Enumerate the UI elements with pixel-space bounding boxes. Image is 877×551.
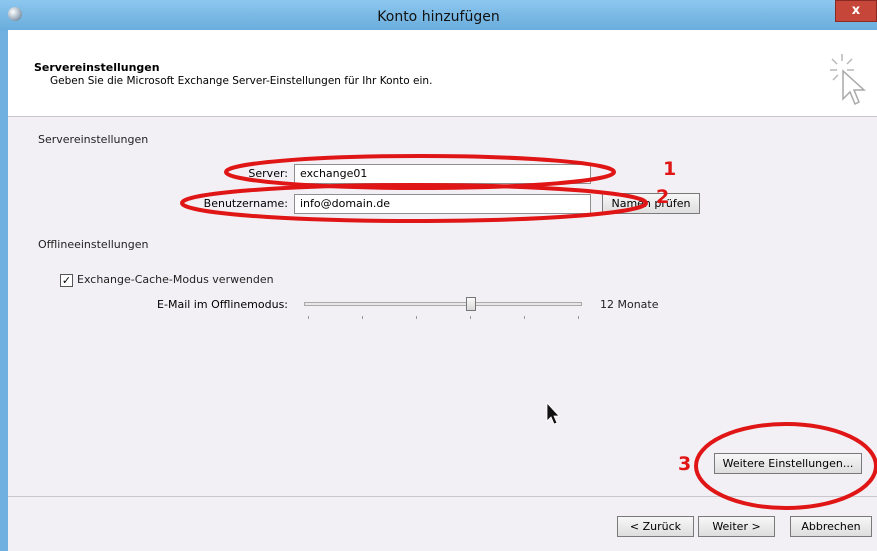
slider-tick <box>578 316 579 319</box>
annotation-number-1: 1 <box>663 158 677 180</box>
more-settings-button[interactable]: Weitere Einstellungen... <box>714 453 862 474</box>
offline-mail-slider-track[interactable] <box>304 302 582 306</box>
offline-mail-slider-thumb[interactable] <box>466 297 476 311</box>
wizard-header: Servereinstellungen Geben Sie die Micros… <box>8 30 877 117</box>
slider-tick <box>416 316 417 319</box>
cache-mode-checkbox[interactable]: ✓ <box>60 274 73 287</box>
wizard-body: Servereinstellungen Server: exchange01 B… <box>8 117 877 492</box>
cache-mode-label: Exchange-Cache-Modus verwenden <box>77 273 274 286</box>
offline-mail-label: E-Mail im Offlinemodus: <box>157 298 288 311</box>
slider-tick <box>362 316 363 319</box>
server-label: Server: <box>248 167 288 180</box>
slider-tick <box>308 316 309 319</box>
close-button[interactable]: x <box>835 0 877 22</box>
annotation-number-3: 3 <box>678 453 692 475</box>
header-subtitle: Geben Sie die Microsoft Exchange Server-… <box>50 75 433 87</box>
slider-tick <box>524 316 525 319</box>
cancel-button[interactable]: Abbrechen <box>790 516 872 537</box>
offline-settings-group-label: Offlineeinstellungen <box>38 238 149 251</box>
wizard-pointer-icon <box>830 54 866 106</box>
dialog-window: Konto hinzufügen x Servereinstellungen G… <box>0 0 877 551</box>
back-button[interactable]: < Zurück <box>617 516 694 537</box>
window-title: Konto hinzufügen <box>377 9 500 25</box>
title-bar[interactable]: Konto hinzufügen x <box>0 0 877 30</box>
footer-divider <box>8 496 877 497</box>
username-input[interactable]: info@domain.de <box>294 194 591 214</box>
offline-mail-value: 12 Monate <box>600 298 659 311</box>
slider-tick <box>470 316 471 319</box>
server-input[interactable]: exchange01 <box>294 164 591 184</box>
dialog-client-area: Servereinstellungen Geben Sie die Micros… <box>8 30 877 551</box>
check-names-button[interactable]: Namen prüfen <box>602 193 700 214</box>
server-settings-group-label: Servereinstellungen <box>38 133 149 146</box>
username-label: Benutzername: <box>203 197 288 210</box>
header-title: Servereinstellungen <box>34 61 160 74</box>
annotation-number-2: 2 <box>656 186 670 208</box>
next-button[interactable]: Weiter > <box>698 516 775 537</box>
